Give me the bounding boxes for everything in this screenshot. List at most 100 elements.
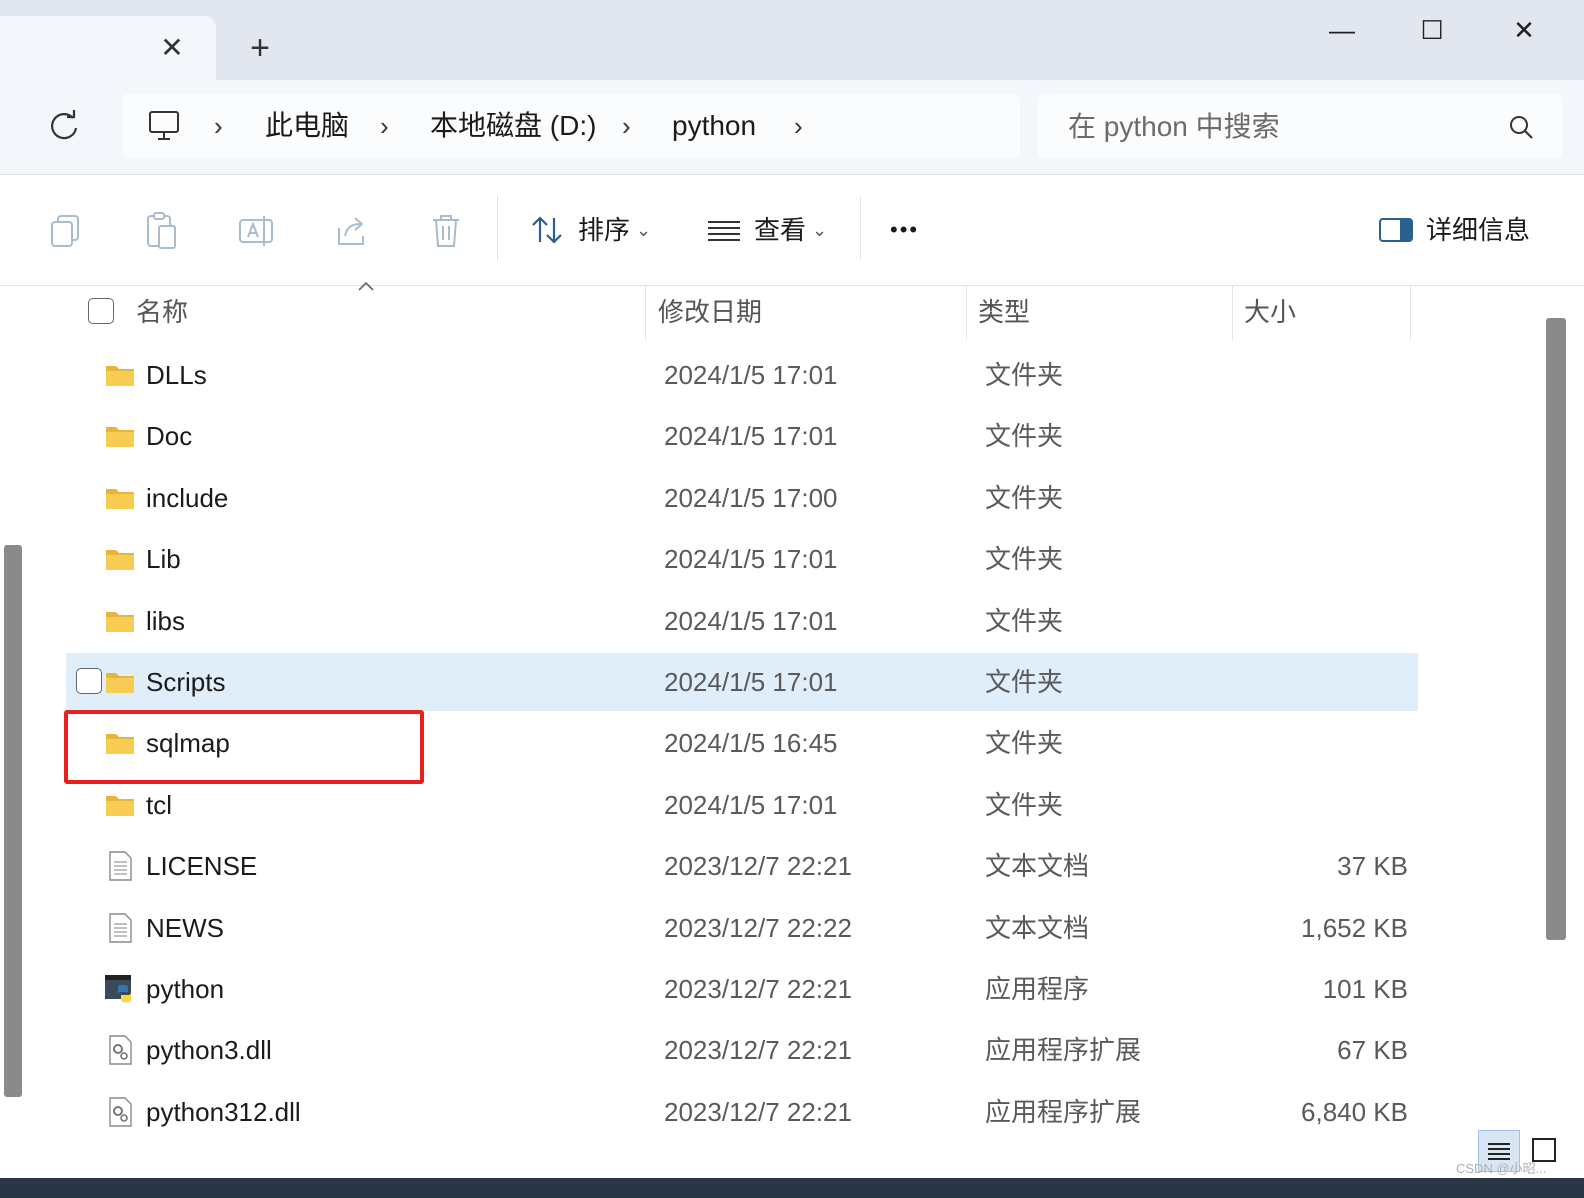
file-row-lib[interactable]: Lib 2024/1/5 17:01 文件夹: [66, 530, 1418, 588]
minimize-button[interactable]: —: [1312, 10, 1372, 50]
status-bar: [0, 1130, 1584, 1178]
view-chevron-down-icon[interactable]: ⌄: [812, 210, 827, 250]
file-name: LICENSE: [146, 851, 258, 881]
file-modified-date: 2023/12/7 22:21: [664, 974, 852, 1004]
text-file-icon: [104, 850, 136, 882]
folder-icon: [104, 666, 136, 698]
file-type: 文件夹: [985, 544, 1064, 574]
tab-close-icon[interactable]: ✕: [158, 30, 186, 66]
file-type: 文件夹: [985, 483, 1064, 513]
file-row-doc[interactable]: Doc 2024/1/5 17:01 文件夹: [66, 407, 1418, 465]
file-name: libs: [146, 606, 186, 636]
python-exe-icon: [104, 973, 136, 1005]
close-window-button[interactable]: ✕: [1494, 10, 1554, 50]
file-modified-date: 2024/1/5 17:01: [664, 790, 838, 820]
navigation-pane-scrollbar[interactable]: [4, 545, 22, 1097]
search-input[interactable]: [1066, 106, 1500, 148]
breadcrumb-item-this-pc[interactable]: 此电脑: [265, 106, 349, 146]
column-header-size[interactable]: 大小: [1244, 292, 1296, 332]
file-name: python3.dll: [146, 1035, 272, 1065]
file-row-python3-dll[interactable]: python3.dll 2023/12/7 22:21 应用程序扩展 67 KB: [66, 1021, 1418, 1079]
dll-file-icon: [104, 1034, 136, 1066]
details-button[interactable]: 详细信息: [1426, 210, 1530, 250]
file-modified-date: 2023/12/7 22:22: [664, 913, 852, 943]
refresh-icon[interactable]: [44, 106, 84, 146]
folder-icon: [104, 420, 136, 452]
column-divider[interactable]: [645, 286, 646, 340]
text-file-icon: [104, 912, 136, 944]
file-size: 37 KB: [1337, 851, 1408, 881]
file-size: 101 KB: [1322, 974, 1408, 1004]
column-divider[interactable]: [1232, 286, 1233, 340]
file-type: 文本文档: [985, 851, 1090, 881]
folder-icon: [104, 789, 136, 821]
sort-icon[interactable]: [526, 208, 570, 252]
file-row-news[interactable]: NEWS 2023/12/7 22:22 文本文档 1,652 KB: [66, 899, 1418, 957]
file-modified-date: 2024/1/5 16:45: [664, 728, 838, 758]
toolbar-divider: [497, 196, 498, 260]
file-type: 文本文档: [985, 913, 1090, 943]
file-type: 应用程序: [985, 974, 1090, 1004]
details-pane-icon[interactable]: [1374, 208, 1418, 252]
file-name: Scripts: [146, 667, 226, 697]
file-name: Lib: [146, 544, 181, 574]
search-box[interactable]: [1038, 94, 1562, 158]
file-type: 文件夹: [985, 728, 1064, 758]
maximize-button[interactable]: ☐: [1402, 10, 1462, 50]
file-modified-date: 2024/1/5 17:01: [664, 360, 838, 390]
file-name: DLLs: [146, 360, 207, 390]
this-pc-icon[interactable]: [144, 106, 184, 146]
column-header-date[interactable]: 修改日期: [658, 292, 762, 332]
file-modified-date: 2024/1/5 17:01: [664, 667, 838, 697]
folder-icon: [104, 543, 136, 575]
file-modified-date: 2024/1/5 17:01: [664, 544, 838, 574]
view-button[interactable]: 查看: [754, 210, 806, 250]
file-row-scripts[interactable]: Scripts 2024/1/5 17:01 文件夹: [66, 653, 1418, 711]
folder-icon: [104, 482, 136, 514]
breadcrumb-item-local-disk-d[interactable]: 本地磁盘 (D:): [430, 106, 596, 146]
folder-icon: [104, 605, 136, 637]
sort-ascending-icon: [356, 278, 376, 294]
row-checkbox[interactable]: [76, 668, 102, 694]
file-name: NEWS: [146, 913, 224, 943]
share-icon[interactable]: [329, 208, 373, 252]
view-list-icon[interactable]: [702, 208, 746, 252]
file-row-tcl[interactable]: tcl 2024/1/5 17:01 文件夹: [66, 776, 1418, 834]
file-name: include: [146, 483, 229, 513]
watermark: CSDN @小昭...: [1456, 1161, 1547, 1176]
file-type: 应用程序扩展: [985, 1035, 1142, 1065]
delete-icon[interactable]: [424, 208, 468, 252]
rename-icon[interactable]: [234, 208, 278, 252]
column-header-type[interactable]: 类型: [978, 292, 1030, 332]
new-tab-button[interactable]: +: [242, 28, 278, 68]
search-icon[interactable]: [1506, 112, 1536, 142]
breadcrumb-separator[interactable]: ›: [380, 106, 389, 146]
column-divider[interactable]: [1410, 286, 1411, 340]
file-row-python[interactable]: python 2023/12/7 22:21 应用程序 101 KB: [66, 960, 1418, 1018]
sort-button[interactable]: 排序: [578, 210, 630, 250]
file-type: 文件夹: [985, 606, 1064, 636]
file-list-scrollbar[interactable]: [1546, 318, 1566, 940]
file-row-libs[interactable]: libs 2024/1/5 17:01 文件夹: [66, 592, 1418, 650]
file-modified-date: 2024/1/5 17:01: [664, 421, 838, 451]
select-all-checkbox[interactable]: [88, 298, 114, 324]
breadcrumb-separator[interactable]: ›: [622, 106, 631, 146]
column-header-name[interactable]: 名称: [136, 292, 188, 332]
file-row-include[interactable]: include 2024/1/5 17:00 文件夹: [66, 469, 1418, 527]
file-modified-date: 2023/12/7 22:21: [664, 851, 852, 881]
column-divider[interactable]: [966, 286, 967, 340]
sort-chevron-down-icon[interactable]: ⌄: [636, 210, 651, 250]
more-options-button[interactable]: •••: [890, 210, 919, 250]
file-row-license[interactable]: LICENSE 2023/12/7 22:21 文本文档 37 KB: [66, 837, 1418, 895]
file-size: 1,652 KB: [1301, 913, 1408, 943]
file-modified-date: 2023/12/7 22:21: [664, 1035, 852, 1065]
file-type: 文件夹: [985, 360, 1064, 390]
breadcrumb-separator[interactable]: ›: [214, 106, 223, 146]
breadcrumb-separator[interactable]: ›: [794, 106, 803, 146]
file-row-dlls[interactable]: DLLs 2024/1/5 17:01 文件夹: [66, 346, 1418, 404]
breadcrumb-item-python[interactable]: python: [672, 106, 756, 146]
file-type: 文件夹: [985, 667, 1064, 697]
paste-icon[interactable]: [139, 208, 183, 252]
folder-icon: [104, 359, 136, 391]
copy-icon[interactable]: [44, 208, 88, 252]
